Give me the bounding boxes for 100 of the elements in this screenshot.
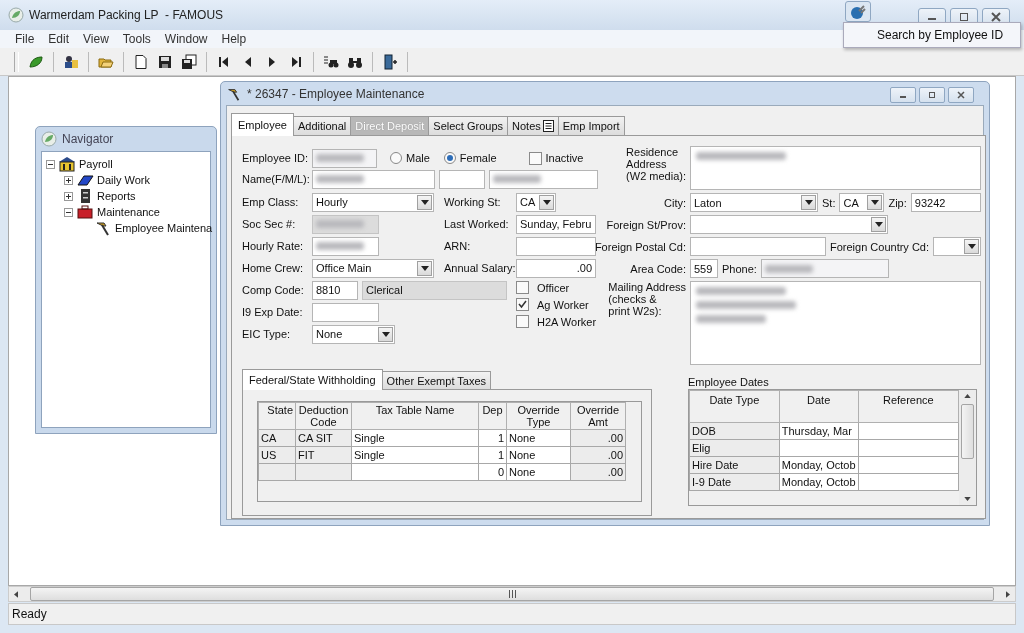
column-header[interactable]: Date Type	[689, 390, 780, 423]
tab[interactable]: Employee	[231, 113, 294, 136]
close-button[interactable]	[948, 87, 974, 103]
dropdown[interactable]	[933, 237, 982, 256]
field-label: Soc Sec #:	[242, 218, 297, 230]
document-icon	[133, 53, 149, 70]
checkbox[interactable]	[516, 298, 529, 311]
column-header[interactable]: Deduction Code	[295, 402, 352, 430]
dropdown[interactable]: Office Main	[312, 258, 434, 278]
tab[interactable]: Federal/State Withholding	[242, 369, 383, 390]
window-title: Warmerdam Packing LP - FAMOUS	[29, 8, 224, 22]
text-field[interactable]: 93242	[910, 193, 982, 212]
field-label: Working St:	[444, 196, 502, 208]
restore-button[interactable]	[919, 87, 945, 103]
expander-icon[interactable]	[46, 159, 55, 169]
tree-item[interactable]: Employee Maintena	[115, 222, 213, 234]
field-label: Last Worked:	[444, 218, 510, 230]
expander-icon[interactable]	[64, 175, 73, 185]
menu-item[interactable]: Tools	[115, 32, 158, 46]
right-arrow-icon[interactable]	[1006, 590, 1010, 598]
caret-icon	[967, 244, 976, 249]
column-header[interactable]: Override Amt	[570, 402, 626, 430]
dropdown-arrow-button[interactable]	[378, 326, 393, 342]
text-field[interactable]	[760, 259, 889, 278]
text-field[interactable]: 8810	[312, 280, 358, 300]
text-field[interactable]	[489, 169, 598, 189]
checkbox[interactable]	[528, 151, 542, 165]
field-label: Residence Address (W2 media):	[626, 146, 686, 182]
column-header[interactable]: Date	[779, 390, 859, 423]
building-icon	[58, 156, 76, 172]
tab[interactable]: Additional	[292, 116, 352, 135]
field-label: ARN:	[444, 240, 472, 252]
down-arrow-icon[interactable]	[964, 497, 972, 501]
menu-item[interactable]: File	[8, 32, 42, 46]
menu-item[interactable]: Window	[157, 32, 215, 46]
column-header[interactable]: Reference	[858, 390, 959, 423]
dropdown[interactable]: Laton	[690, 193, 818, 212]
dropdown[interactable]: None	[312, 324, 395, 344]
field-label: Phone:	[722, 262, 757, 275]
tab[interactable]: Emp Import	[557, 116, 625, 135]
vertical-scrollbar[interactable]	[959, 390, 976, 505]
expander-icon[interactable]	[64, 191, 73, 201]
dropdown-arrow-button[interactable]	[417, 260, 432, 276]
list-binoculars-icon	[323, 53, 339, 70]
field-label: Home Crew:	[242, 262, 305, 274]
window-title: * 26347 - Employee Maintenance	[247, 86, 425, 101]
dropdown[interactable]: CA	[839, 193, 885, 212]
text-field[interactable]	[312, 302, 379, 322]
left-arrow-icon[interactable]	[14, 590, 18, 598]
text-field[interactable]	[312, 236, 379, 256]
checkbox[interactable]	[516, 281, 529, 294]
expander-icon[interactable]	[64, 207, 73, 217]
tab[interactable]: Other Exempt Taxes	[381, 371, 492, 389]
text-field[interactable]	[312, 169, 435, 189]
menu-item[interactable]: View	[76, 32, 116, 46]
text-field[interactable]	[439, 169, 485, 189]
menu-item[interactable]: Edit	[41, 32, 77, 46]
dropdown[interactable]: Hourly	[312, 192, 434, 212]
text-field[interactable]	[312, 148, 377, 168]
text-field[interactable]	[516, 236, 596, 256]
caret-icon	[874, 222, 883, 227]
up-arrow-icon[interactable]	[964, 394, 972, 398]
field-label: I9 Exp Date:	[242, 306, 304, 318]
scrollbar-thumb[interactable]	[30, 587, 994, 601]
close-icon	[990, 12, 1002, 22]
column-header[interactable]: Override Type	[506, 402, 571, 430]
tree-item[interactable]: Maintenance	[97, 206, 160, 218]
field-label: EIC Type:	[242, 328, 292, 340]
column-header[interactable]: Tax Table Name	[351, 402, 479, 430]
checkbox[interactable]	[516, 315, 529, 328]
tree-item[interactable]: Reports	[97, 190, 136, 202]
text-field[interactable]	[690, 237, 826, 256]
caret-icon	[381, 331, 390, 337]
menu-item[interactable]: Help	[214, 32, 254, 46]
text-field[interactable]: 559	[690, 259, 718, 278]
radio-button[interactable]	[443, 152, 456, 164]
dropdown[interactable]: CA	[516, 192, 556, 212]
column-header[interactable]: Dep	[478, 402, 507, 430]
dropdown-arrow-button[interactable]	[801, 195, 816, 210]
dropdown-arrow-button[interactable]	[964, 239, 980, 254]
address-field[interactable]	[690, 146, 982, 190]
tree-item[interactable]: Payroll	[79, 158, 113, 170]
text-field[interactable]: .00	[516, 258, 596, 278]
address-field[interactable]	[690, 281, 982, 365]
dropdown-arrow-button[interactable]	[417, 194, 432, 210]
leaf-icon	[28, 53, 44, 70]
radio-button[interactable]	[390, 152, 402, 164]
text-field[interactable]: Sunday, Febru	[516, 214, 596, 234]
tab[interactable]: Select Groups	[428, 116, 509, 135]
tab[interactable]: Notes	[507, 116, 559, 135]
plug-button[interactable]	[845, 1, 871, 22]
tree-item[interactable]: Daily Work	[97, 174, 150, 186]
column-header[interactable]: State	[258, 402, 296, 430]
dropdown-arrow-button[interactable]	[539, 194, 554, 210]
horizontal-scrollbar[interactable]	[8, 586, 1016, 602]
radio-label: Female	[459, 152, 497, 164]
scrollbar-thumb[interactable]	[961, 404, 975, 459]
dropdown-arrow-button[interactable]	[871, 217, 886, 232]
dropdown-arrow-button[interactable]	[867, 195, 883, 210]
minimize-button[interactable]	[890, 87, 916, 103]
